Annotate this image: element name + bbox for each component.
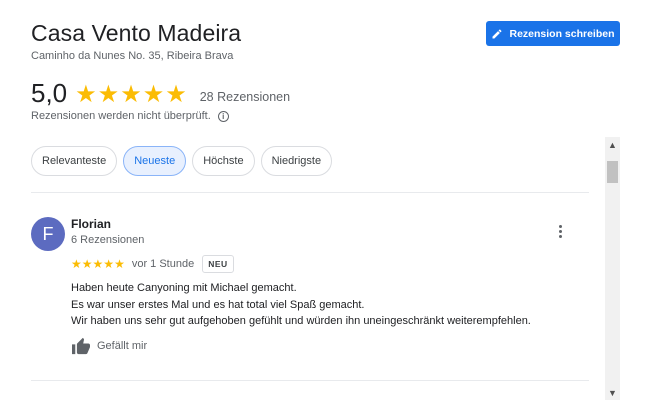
new-badge: NEU [202,255,234,273]
review-text-line: Wir haben uns sehr gut aufgehoben gefühl… [71,315,531,327]
review-disclaimer: Rezensionen werden nicht überprüft. i [31,110,229,122]
rating-summary: 5,0 ★ ★ ★ ★ ★ 28 Rezensionen [31,78,290,109]
like-label: Gefällt mir [97,340,148,352]
review-time: vor 1 Stunde [131,258,195,270]
avatar[interactable]: F [31,217,65,251]
sort-chip-highest[interactable]: Höchste [192,146,255,176]
more-options-icon[interactable] [553,222,567,240]
thumb-up-icon [72,337,90,355]
average-rating: 5,0 [31,78,68,108]
star-icon: ★ [114,257,125,271]
divider [31,192,589,193]
star-icon: ★ [103,257,115,271]
write-review-label: Rezension schreiben [509,27,615,40]
review-text: Haben heute Canyoning mit Michael gemach… [71,280,531,330]
scrollbar[interactable]: ▲ ▼ [605,137,620,400]
info-icon[interactable]: i [217,110,229,122]
write-review-button[interactable]: Rezension schreiben [486,21,620,46]
star-icon: ★ [81,257,93,271]
star-icon: ★ [97,79,120,108]
star-icon: ★ [75,79,97,108]
review-text-line: Haben heute Canyoning mit Michael gemach… [71,282,297,294]
pencil-icon [492,28,502,38]
star-icon: ★ [92,257,104,271]
reviewer-review-count: 6 Rezensionen [71,234,145,246]
sort-chip-lowest[interactable]: Niedrigste [260,146,333,176]
like-button[interactable]: Gefällt mir [71,337,147,355]
review-stars: ★ ★ ★ ★ ★ [71,258,125,270]
place-address: Caminho da Nunes No. 35, Ribeira Brava [31,50,234,62]
star-icon: ★ [120,79,142,108]
place-title: Casa Vento Madeira [31,20,242,46]
scroll-down-icon[interactable]: ▼ [605,385,620,400]
scroll-up-icon[interactable]: ▲ [605,137,620,152]
sort-chip-relevant[interactable]: Relevanteste [31,146,118,176]
reviewer-name[interactable]: Florian [71,217,111,231]
star-icon: ★ [165,79,187,108]
review-meta: ★ ★ ★ ★ ★ vor 1 Stunde NEU [71,255,234,273]
disclaimer-text: Rezensionen werden nicht überprüft. [31,110,211,122]
rating-stars: ★ ★ ★ ★ ★ [75,82,188,106]
star-icon: ★ [142,79,165,108]
star-icon: ★ [71,257,82,271]
review-count[interactable]: 28 Rezensionen [200,90,290,104]
scrollbar-thumb[interactable] [607,161,618,183]
divider [31,380,589,381]
sort-chips: Relevanteste Neueste Höchste Niedrigste [31,146,338,176]
review-text-line: Es war unser erstes Mal und es hat total… [71,298,365,311]
sort-chip-newest[interactable]: Neueste [123,146,187,176]
